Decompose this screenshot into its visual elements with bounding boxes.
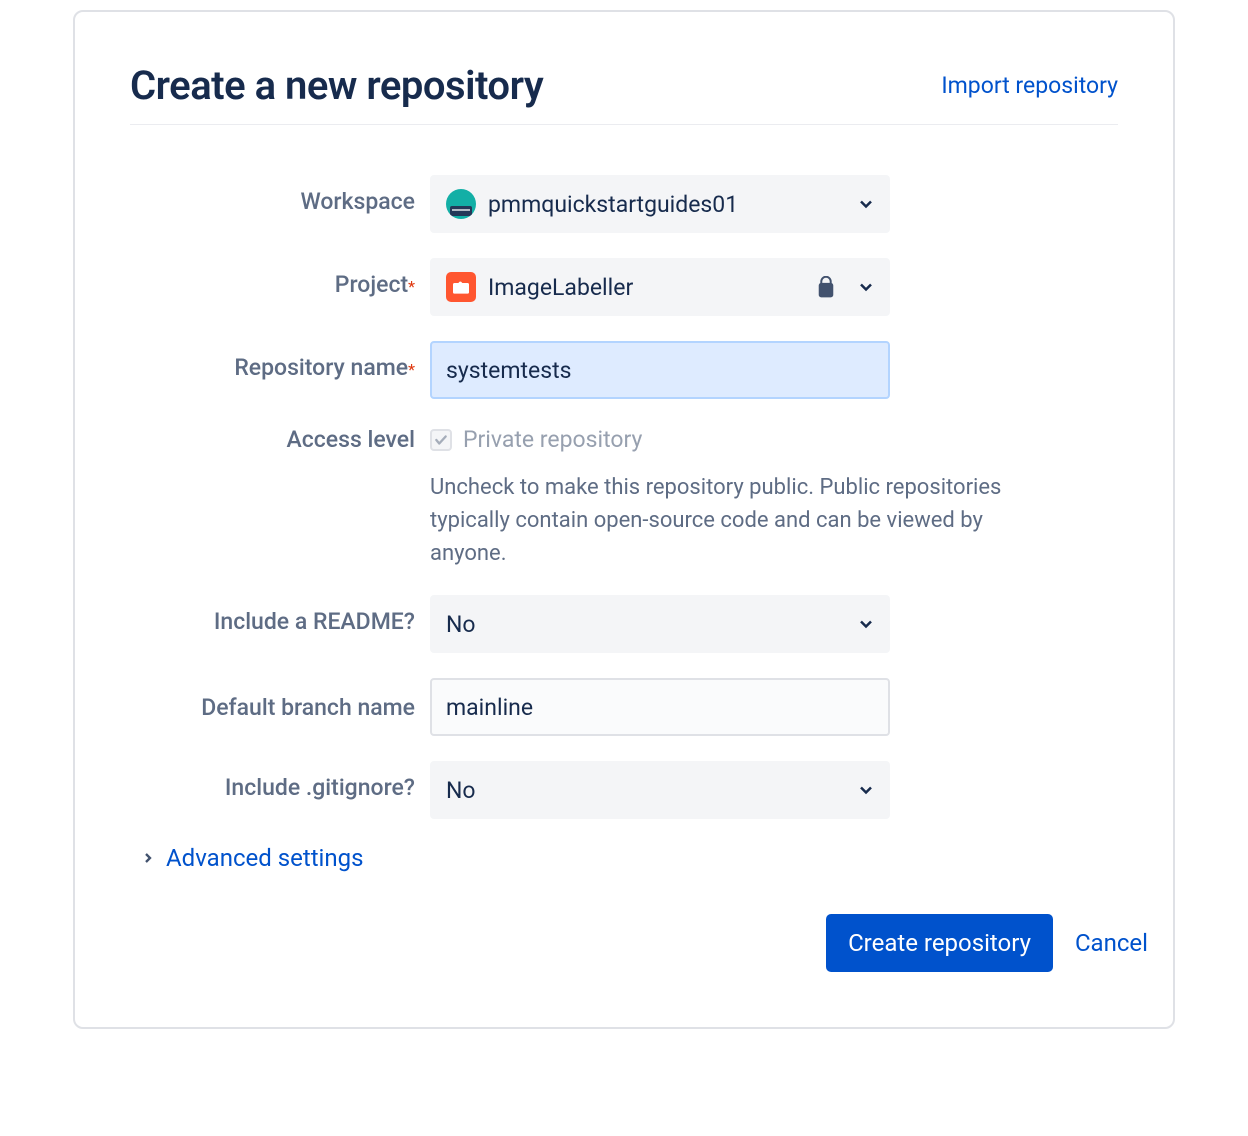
checkmark-icon	[434, 433, 448, 447]
required-asterisk: *	[408, 277, 415, 296]
repo-name-label: Repository name	[234, 354, 408, 381]
actions-row: Create repository Cancel	[130, 914, 1148, 972]
gitignore-value: No	[446, 777, 476, 804]
advanced-settings-label: Advanced settings	[166, 844, 364, 872]
required-asterisk: *	[408, 360, 415, 379]
repo-name-row: Repository name*	[130, 341, 1118, 399]
default-branch-label: Default branch name	[201, 694, 415, 721]
import-repository-link[interactable]: Import repository	[941, 72, 1118, 99]
private-repo-checkbox-label: Private repository	[463, 426, 642, 453]
chevron-down-icon	[856, 194, 876, 214]
chevron-down-icon	[856, 277, 876, 297]
access-level-label: Access level	[287, 426, 415, 453]
page-title: Create a new repository	[130, 62, 543, 109]
access-level-row: Access level Private repository Uncheck …	[130, 424, 1118, 570]
project-label: Project	[335, 271, 408, 298]
readme-label: Include a README?	[214, 608, 415, 635]
workspace-select[interactable]: pmmquickstartguides01	[430, 175, 890, 233]
header-row: Create a new repository Import repositor…	[130, 62, 1118, 125]
project-row: Project* ImageLabeller	[130, 258, 1118, 316]
cancel-button[interactable]: Cancel	[1075, 929, 1148, 957]
access-level-helper: Uncheck to make this repository public. …	[430, 471, 1050, 570]
workspace-row: Workspace pmmquickstartguides01	[130, 175, 1118, 233]
project-select[interactable]: ImageLabeller	[430, 258, 890, 316]
create-repository-button[interactable]: Create repository	[826, 914, 1053, 972]
workspace-label: Workspace	[300, 188, 415, 215]
gitignore-select[interactable]: No	[430, 761, 890, 819]
chevron-right-icon	[140, 850, 156, 866]
chevron-down-icon	[856, 614, 876, 634]
workspace-value: pmmquickstartguides01	[488, 191, 738, 218]
private-repo-checkbox[interactable]	[430, 429, 452, 451]
readme-value: No	[446, 611, 476, 638]
create-repo-card: Create a new repository Import repositor…	[73, 10, 1175, 1029]
project-value: ImageLabeller	[488, 274, 633, 301]
repo-name-input[interactable]	[430, 341, 890, 399]
gitignore-row: Include .gitignore? No	[130, 761, 1118, 819]
default-branch-row: Default branch name	[130, 678, 1118, 736]
lock-icon	[816, 276, 836, 298]
workspace-avatar-icon	[446, 189, 476, 219]
gitignore-label: Include .gitignore?	[225, 774, 415, 801]
default-branch-input[interactable]	[430, 678, 890, 736]
readme-row: Include a README? No	[130, 595, 1118, 653]
readme-select[interactable]: No	[430, 595, 890, 653]
chevron-down-icon	[856, 780, 876, 800]
project-avatar-icon	[446, 272, 476, 302]
advanced-settings-toggle[interactable]: Advanced settings	[140, 844, 1118, 872]
